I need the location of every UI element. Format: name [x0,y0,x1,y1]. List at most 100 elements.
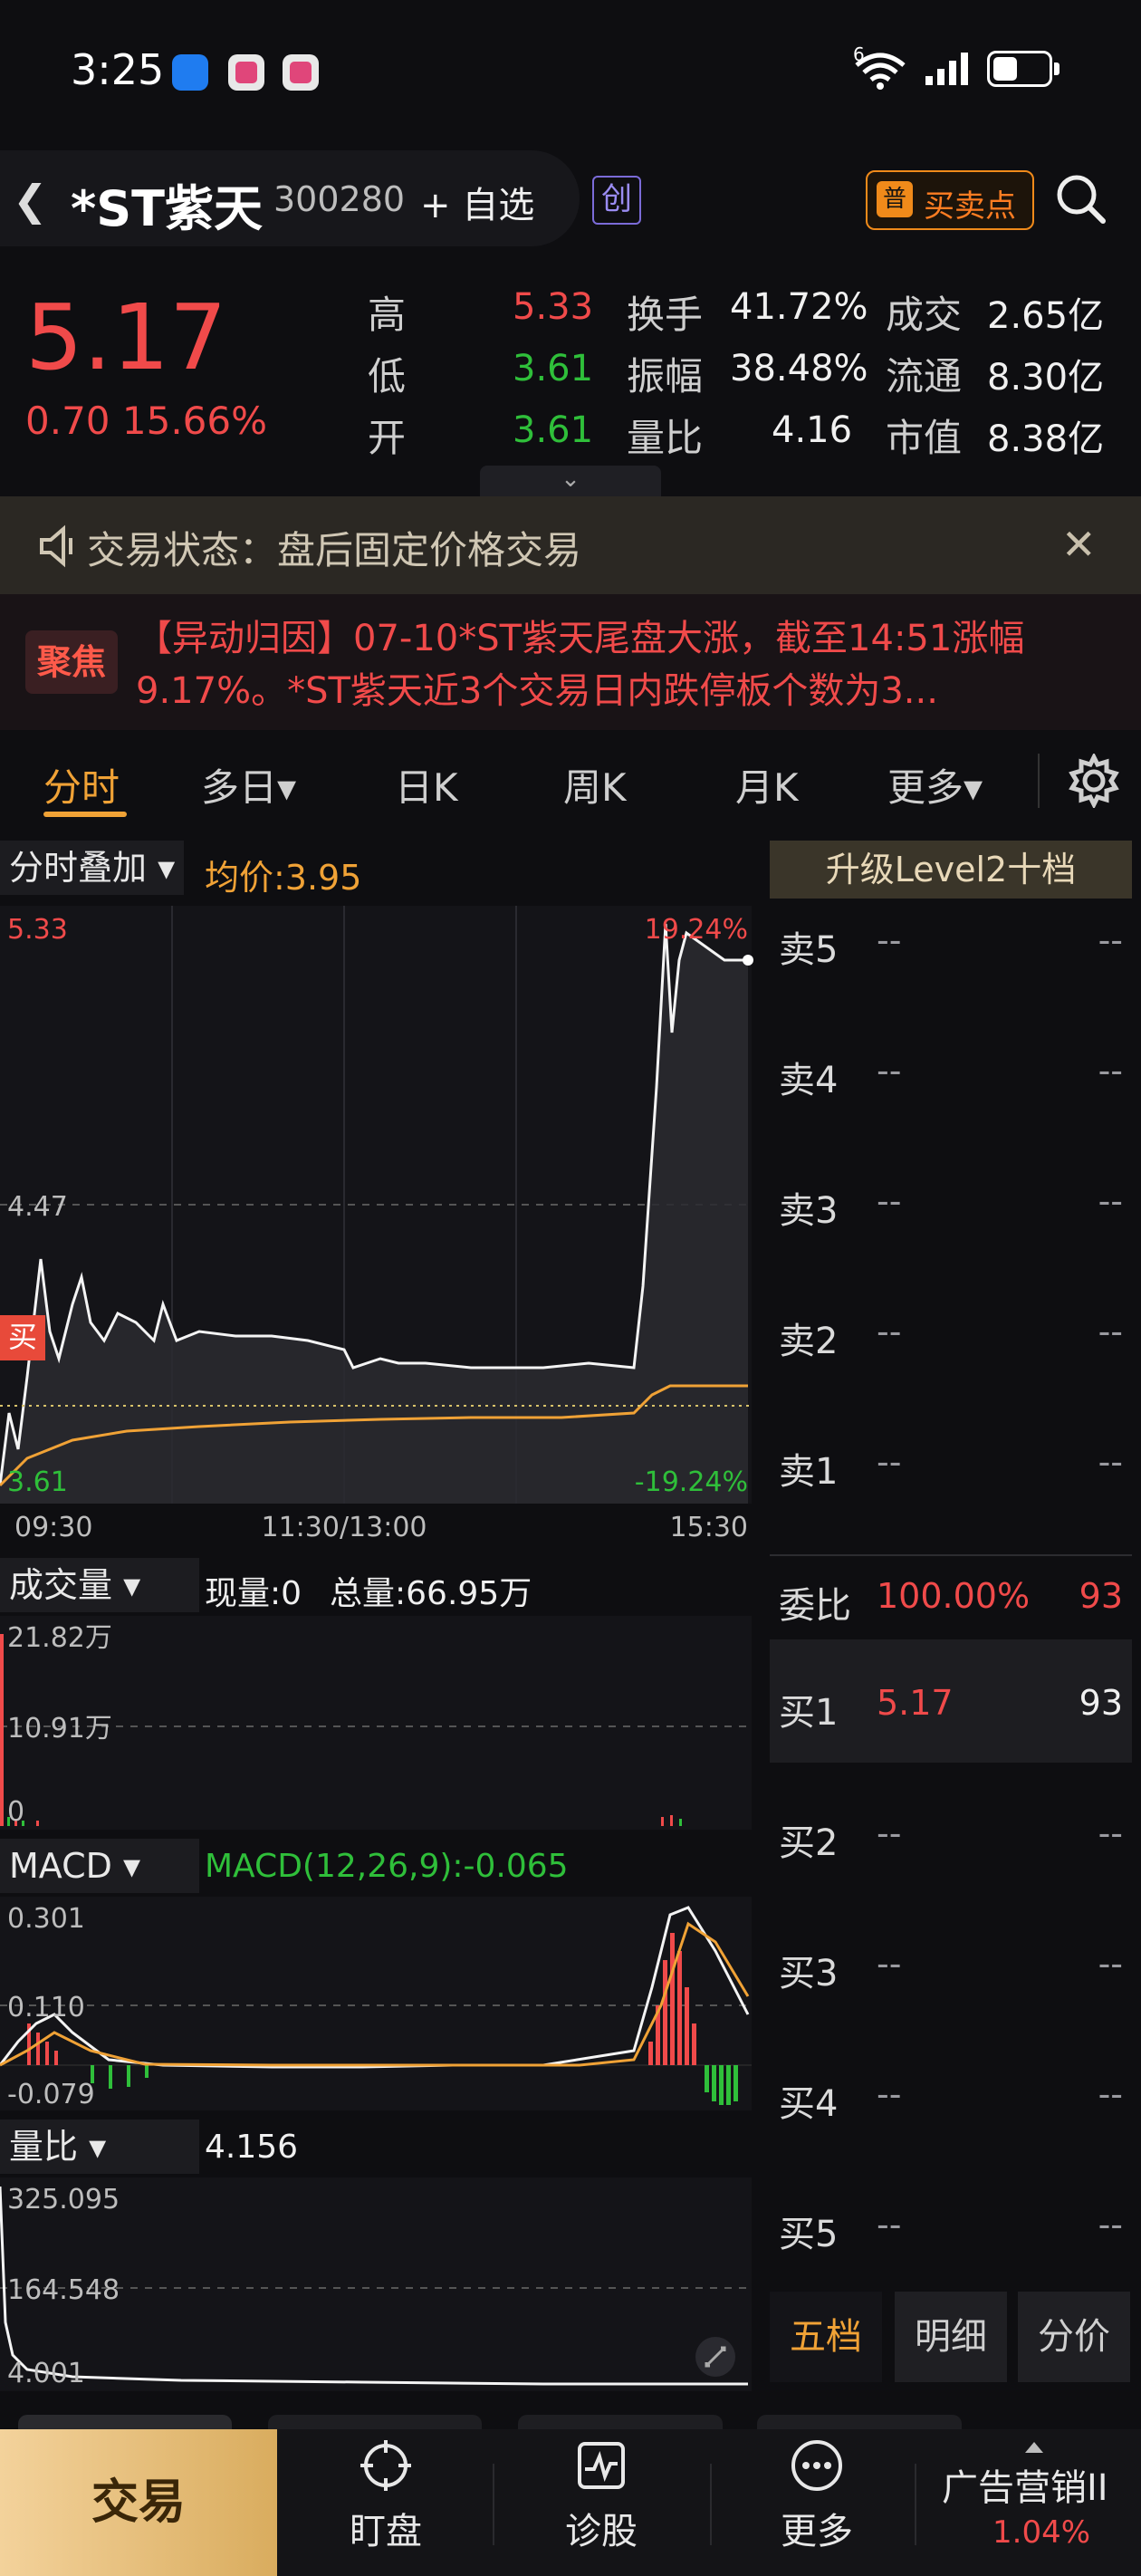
turnover-label: 换手 [627,293,704,337]
ad-sector-pct: 1.04% [992,2514,1091,2551]
gear-icon[interactable] [1067,754,1121,808]
bid-row: 买5 -- -- [770,2205,1132,2295]
bid-label: 买4 [779,2083,839,2125]
low-value: 3.61 [513,348,594,389]
level2-upgrade-button[interactable]: 升级Level2十档 [770,841,1132,899]
y-bottom-label: 3.61 [7,1466,68,1498]
active-tab-indicator [43,812,127,817]
overlay-selector[interactable]: 分时叠加 ▾ [0,841,185,895]
nav-diagnose-label: 诊股 [565,2511,638,2552]
volume-bar [0,1634,4,1826]
nav-watch-label: 盯盘 [350,2511,422,2552]
ad-sector-label[interactable]: 广告营销II [942,2458,1108,2511]
bid-vol: -- [1098,1944,1123,1984]
open-value: 3.61 [513,409,594,451]
ask-price: -- [877,1442,902,1482]
ask-price: -- [877,1051,902,1091]
tab-multi-day[interactable]: 多日▾ [201,757,296,812]
volume-y-bottom: 0 [7,1796,24,1828]
change-value: 0.70 [25,399,110,443]
high-label: 高 [368,293,407,337]
ask-vol: -- [1098,1442,1123,1482]
order-ratio-vol: 93 [1079,1576,1123,1616]
nav-separator [493,2464,494,2545]
volratio-chart[interactable]: 325.095 164.548 4.001 [0,2177,761,2391]
bid-vol: -- [1098,1813,1123,1853]
nav-separator [915,2464,916,2545]
app-notification-icon-2 [283,54,319,91]
tab-day-k[interactable]: 日K [395,757,458,812]
y-mid-label: 4.47 [7,1191,68,1223]
stock-code: 300280 [273,179,406,219]
x-label-open: 09:30 [14,1512,92,1540]
more-dots-icon [791,2440,842,2491]
order-ratio-pct: 100.00% [877,1576,1031,1616]
ask-row: 卖5 -- -- [770,920,1132,1011]
volume-bar [661,1817,664,1826]
nav-separator [710,2464,712,2545]
volume-y-mid: 10.91万 [7,1713,112,1745]
nav-watch[interactable]: 盯盘 [295,2438,476,2554]
bid-price: -- [877,1813,902,1853]
bid-price: -- [877,2074,902,2114]
nav-diagnose[interactable]: 诊股 [511,2438,692,2554]
bid-vol: 93 [1079,1683,1123,1723]
expand-quote-chevron-down-icon[interactable]: ⌄ [480,466,661,496]
fullscreen-icon [695,2337,735,2377]
ask-row: 卖1 -- -- [770,1442,1132,1533]
tab-more[interactable]: 更多▾ [887,757,983,812]
macd-selector[interactable]: MACD ▾ [0,1839,199,1893]
nav-more[interactable]: 更多 [726,2438,907,2554]
pct-bottom-label: -19.24% [635,1466,748,1498]
close-icon[interactable]: ✕ [1061,520,1097,569]
volume-selector[interactable]: 成交量 ▾ [0,1558,199,1612]
search-icon[interactable] [1054,172,1108,226]
tab-price-dist[interactable]: 分价 [1018,2292,1130,2382]
speaker-icon [40,524,72,568]
app-notification-icon [228,54,264,91]
buysell-points-button[interactable]: 普 买卖点 [866,170,1034,230]
back-icon[interactable]: ❮ [13,176,48,225]
volratio-selector[interactable]: 量比 ▾ [0,2119,199,2174]
pct-top-label: 19.24% [645,914,748,946]
bid-vol: -- [1098,2074,1123,2114]
bid-row: 买4 -- -- [770,2074,1132,2165]
volume-chart[interactable]: 21.82万 10.91万 0 [0,1616,761,1830]
bid-price: -- [877,1944,902,1984]
tab-intraday[interactable]: 分时 [43,757,120,812]
buy-marker: 买 [8,1320,37,1354]
bid-label: 买1 [779,1692,839,1734]
macd-chart[interactable]: 0.301 0.110 -0.079 [0,1897,761,2110]
volratio-value: 4.156 [205,2129,299,2166]
price-change: 0.70 15.66% [25,399,267,443]
nav-more-label: 更多 [781,2511,853,2552]
ask-vol: -- [1098,1312,1123,1351]
add-watchlist-button[interactable]: + 自选 [420,176,534,228]
tab-week-k[interactable]: 周K [563,757,627,812]
ask-price: -- [877,1312,902,1351]
bid-row: 买3 -- -- [770,1944,1132,2034]
last-price: 5.17 [25,284,227,390]
amplitude-label: 振幅 [627,354,704,399]
volume-current: 现量:0 [205,1575,302,1612]
volume-bar [36,1821,39,1826]
wifi-badge: 6 [853,43,865,65]
tab-five-levels[interactable]: 五档 [770,2292,882,2382]
amplitude-value: 38.48% [730,348,868,389]
mkt-cap-label: 市值 [886,416,963,460]
intraday-chart[interactable]: 买 5.33 4.47 3.61 19.24% -19.24% 09:30 11… [0,906,761,1540]
tab-details[interactable]: 明细 [895,2292,1007,2382]
trade-button[interactable]: 交易 [0,2429,277,2576]
high-value: 5.33 [513,286,594,328]
trade-status-text: 交易状态：盘后固定价格交易 [87,528,582,572]
macd-y-top: 0.301 [7,1903,85,1935]
buysell-icon: 普 [877,181,913,217]
float-cap-value: 8.30亿 [987,357,1105,399]
volume-bar [670,1815,673,1826]
tab-month-k[interactable]: 月K [735,757,799,812]
news-text[interactable]: 【异动归因】07-10*ST紫天尾盘大涨，截至14:51涨幅9.17%。*ST紫… [136,612,1123,717]
mkt-cap-value: 8.38亿 [987,418,1105,460]
volume-bar [679,1819,682,1826]
orderbook-divider [770,1554,1132,1556]
stock-name: *ST紫天 [71,180,263,237]
